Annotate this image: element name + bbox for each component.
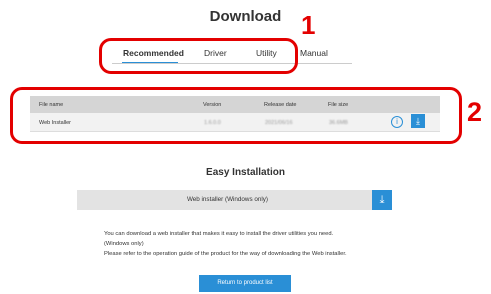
download-icon[interactable]: ⤓	[372, 190, 392, 210]
annotation-marker-1: 1	[301, 10, 316, 40]
return-to-product-list-button[interactable]: Return to product list	[199, 275, 291, 292]
web-installer-bar[interactable]: Web installer (Windows only) ⤓	[77, 190, 392, 210]
description-line: Please refer to the operation guide of t…	[104, 251, 347, 257]
description-line: You can download a web installer that ma…	[104, 231, 334, 237]
tab-manual[interactable]: Manual	[300, 48, 328, 58]
annotation-marker-2: 2	[467, 97, 483, 127]
description-line: (Windows only)	[104, 241, 144, 247]
section-title-easy-installation: Easy Installation	[206, 167, 285, 178]
highlight-box-tabs	[99, 38, 298, 74]
highlight-box-table	[10, 87, 462, 144]
web-installer-label: Web installer (Windows only)	[186, 196, 269, 203]
page-title: Download	[209, 8, 282, 25]
